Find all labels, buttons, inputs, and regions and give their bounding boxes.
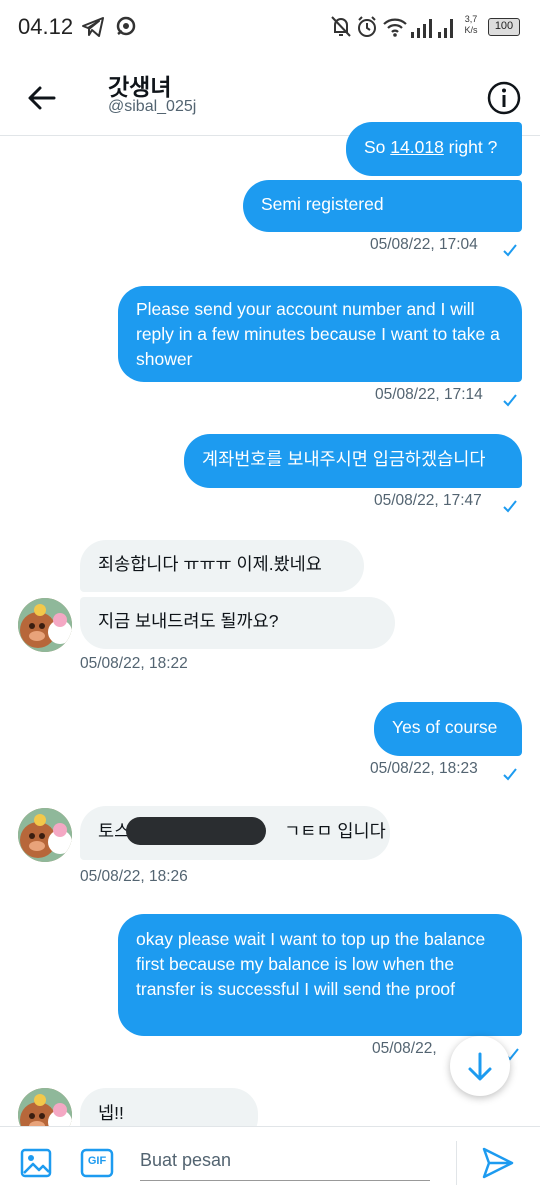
network-speed-unit: K/s (464, 25, 478, 35)
message-text: ㄱㅌㅁ 입니다 (284, 821, 386, 841)
message-text: 죄송합니다 ㅠㅠㅠ 이제.봤네요 (98, 554, 322, 574)
avatar[interactable] (18, 598, 72, 652)
check-icon (503, 500, 517, 513)
alarm-icon (358, 16, 376, 37)
outgoing-message[interactable]: 계좌번호를 보내주시면 입금하겠습니다 (184, 434, 522, 488)
message-text: 계좌번호를 보내주시면 입금하겠습니다 (202, 449, 486, 469)
message-timestamp: 05/08/22, 18:23 (370, 760, 478, 777)
message-text: Semi registered (261, 194, 384, 214)
outgoing-message[interactable]: okay please wait I want to top up the ba… (118, 914, 522, 1036)
message-text: Please send your account number and I wi… (136, 299, 500, 369)
arrow-down-icon (468, 1052, 492, 1081)
send-icon[interactable] (480, 1145, 516, 1181)
avatar[interactable] (18, 808, 72, 862)
battery-indicator: 100 (488, 18, 520, 36)
message-timestamp: 05/08/22, (372, 1040, 437, 1057)
message-timestamp: 05/08/22, 18:26 (80, 868, 188, 885)
gif-button[interactable]: GIF (80, 1147, 114, 1179)
message-timestamp: 05/08/22, 17:14 (375, 386, 483, 403)
image-icon[interactable] (20, 1147, 52, 1179)
status-bar: 04.12 3,7 K/s 100 (0, 0, 540, 56)
composer-divider (456, 1141, 457, 1185)
message-text: Yes of course (392, 717, 498, 737)
message-text: 지금 보내드려도 될까요? (98, 611, 279, 631)
scroll-to-bottom-button[interactable] (450, 1036, 510, 1096)
check-icon (503, 394, 517, 407)
message-link[interactable]: 14.018 (390, 137, 444, 157)
signal-icon (411, 19, 453, 38)
wifi-icon (383, 18, 407, 37)
network-speed: 3,7 K/s (460, 14, 482, 36)
message-text: So (364, 137, 391, 157)
redaction-bar (126, 817, 266, 845)
telegram-icon (82, 17, 104, 37)
avatar-image (18, 598, 72, 652)
chat-icon (116, 16, 136, 36)
back-arrow-icon[interactable] (22, 78, 62, 118)
outgoing-message[interactable]: Semi registered (243, 180, 522, 232)
message-composer: GIF (0, 1126, 540, 1200)
check-icon (503, 768, 517, 781)
avatar-image (18, 808, 72, 862)
check-icon (503, 244, 517, 257)
outgoing-message[interactable]: Please send your account number and I wi… (118, 286, 522, 382)
info-icon[interactable] (486, 80, 522, 116)
status-time: 04.12 (18, 14, 74, 39)
conversation-handle[interactable]: @sibal_025j (108, 98, 196, 116)
message-timestamp: 05/08/22, 17:47 (374, 492, 482, 509)
incoming-message[interactable]: 지금 보내드려도 될까요? (80, 597, 395, 649)
incoming-message[interactable]: 죄송합니다 ㅠㅠㅠ 이제.봤네요 (80, 540, 364, 592)
gif-label: GIF (87, 1155, 107, 1167)
outgoing-message[interactable]: So 14.018 right ? (346, 122, 522, 176)
message-input[interactable] (140, 1141, 430, 1181)
conversation-title[interactable]: 갓생녀 (108, 68, 171, 102)
message-timestamp: 05/08/22, 18:22 (80, 655, 188, 672)
outgoing-message[interactable]: Yes of course (374, 702, 522, 756)
message-text: right ? (443, 137, 498, 157)
message-text: okay please wait I want to top up the ba… (136, 929, 486, 999)
message-text: 넵!! (98, 1103, 124, 1123)
mute-icon (331, 16, 351, 37)
network-speed-value: 3,7 (464, 14, 478, 24)
message-timestamp: 05/08/22, 17:04 (370, 236, 478, 253)
